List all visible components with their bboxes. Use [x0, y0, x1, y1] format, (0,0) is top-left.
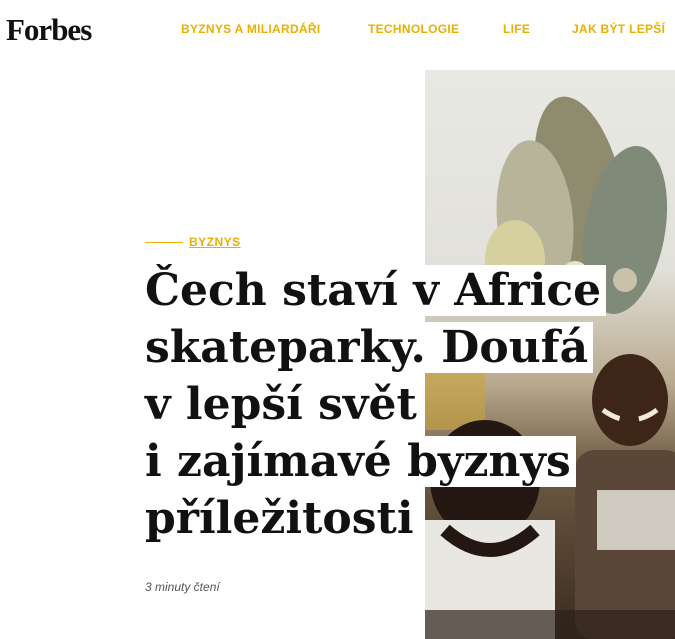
headline-line: i zajímavé byznys [140, 433, 606, 490]
category-label[interactable]: BYZNYS [189, 235, 241, 249]
headline-line: v lepší svět [140, 376, 606, 433]
headline-line-text: i zajímavé byznys [140, 436, 576, 487]
headline-line-text: skateparky. Doufá [140, 322, 594, 373]
headline-line-text: příležitosti [140, 493, 419, 544]
read-time: 3 minuty čtení [145, 580, 220, 594]
nav-item-jak-byt-lepsi[interactable]: JAK BÝT LEPŠÍ [572, 22, 665, 36]
headline-line: příležitosti [140, 490, 606, 547]
site-header: Forbes BYZNYS A MILIARDÁŘI TECHNOLOGIE L… [0, 0, 675, 60]
category-divider [145, 242, 183, 243]
headline-line-text: v lepší svět [140, 379, 422, 430]
main-nav: BYZNYS A MILIARDÁŘI TECHNOLOGIE LIFE JAK… [0, 22, 675, 38]
nav-item-life[interactable]: LIFE [503, 22, 530, 36]
headline-line-text: Čech staví v Africe [140, 265, 607, 316]
nav-item-byznys-a-miliardari[interactable]: BYZNYS A MILIARDÁŘI [181, 22, 320, 36]
headline-line: skateparky. Doufá [140, 319, 606, 376]
nav-item-technologie[interactable]: TECHNOLOGIE [368, 22, 459, 36]
headline-line: Čech staví v Africe [140, 262, 607, 319]
article-headline: Čech staví v Africe skateparky. Doufá v … [140, 262, 607, 547]
